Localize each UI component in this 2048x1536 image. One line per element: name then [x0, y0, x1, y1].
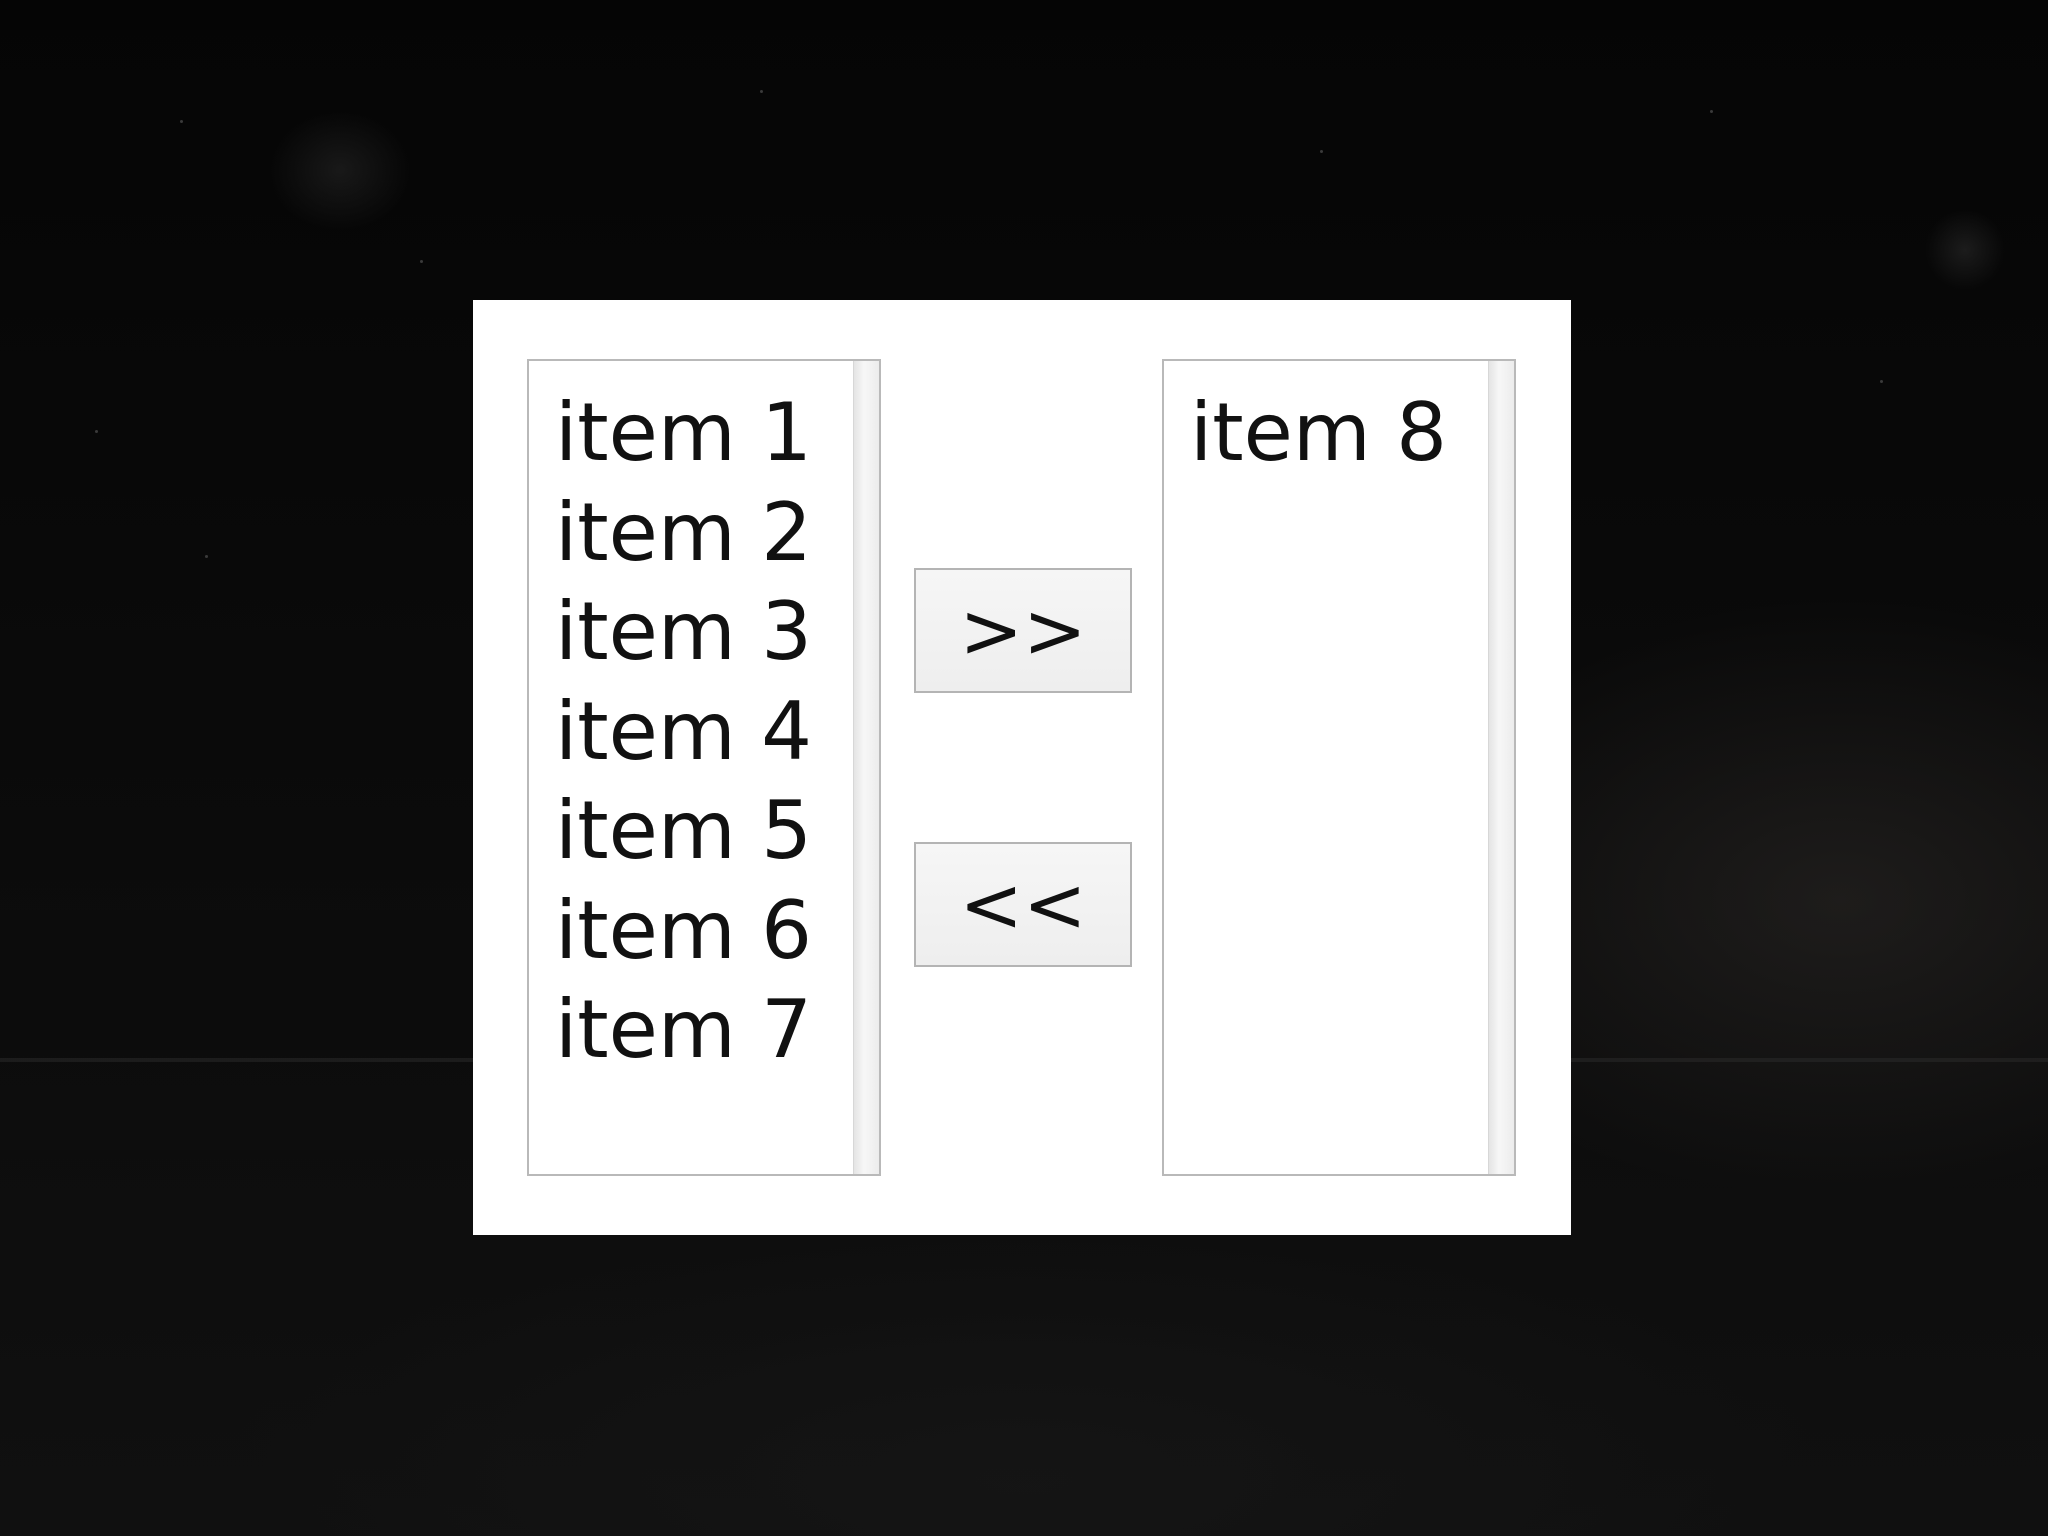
- background-star: [95, 430, 98, 433]
- background-star: [180, 120, 183, 123]
- background-star: [760, 90, 763, 93]
- selected-items-list: item 8: [1190, 383, 1478, 483]
- list-item[interactable]: item 4: [555, 682, 843, 782]
- background-star: [1710, 110, 1713, 113]
- move-left-button[interactable]: <<: [914, 842, 1132, 967]
- available-items-list: item 1 item 2 item 3 item 4 item 5 item …: [555, 383, 843, 1080]
- list-item[interactable]: item 8: [1190, 383, 1478, 483]
- list-item[interactable]: item 7: [555, 980, 843, 1080]
- list-item[interactable]: item 3: [555, 582, 843, 682]
- move-right-button[interactable]: >>: [914, 568, 1132, 693]
- list-item[interactable]: item 5: [555, 781, 843, 881]
- available-items-scrollbar[interactable]: [853, 361, 879, 1174]
- background-star: [1320, 150, 1323, 153]
- background-star: [205, 555, 208, 558]
- dual-list-dialog: item 1 item 2 item 3 item 4 item 5 item …: [473, 300, 1571, 1235]
- selected-items-scrollbar[interactable]: [1488, 361, 1514, 1174]
- selected-items-listbox[interactable]: item 8: [1162, 359, 1516, 1176]
- list-item[interactable]: item 1: [555, 383, 843, 483]
- background-star: [1880, 380, 1883, 383]
- list-item[interactable]: item 6: [555, 881, 843, 981]
- available-items-listbox[interactable]: item 1 item 2 item 3 item 4 item 5 item …: [527, 359, 881, 1176]
- background-star: [420, 260, 423, 263]
- list-item[interactable]: item 2: [555, 483, 843, 583]
